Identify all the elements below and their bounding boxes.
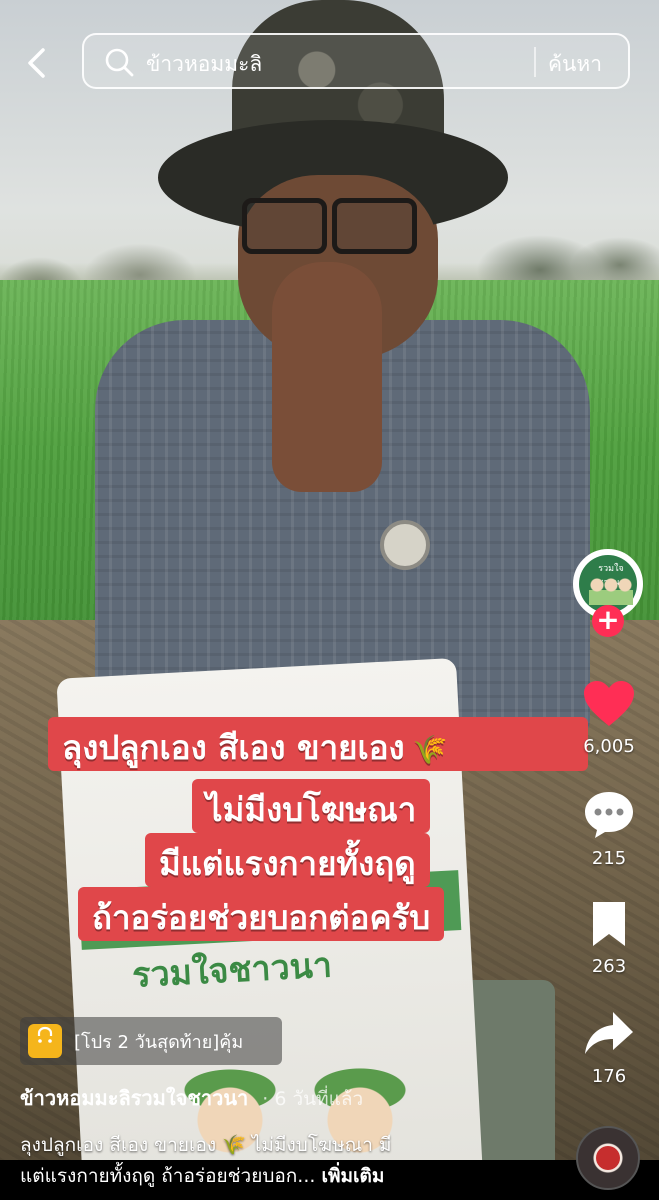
caption-line-2-text: แต่แรงกายทั้งฤดู ถ้าอร่อยช่วยบอก...	[20, 1165, 316, 1187]
search-divider	[534, 47, 536, 77]
follow-button[interactable]: +	[592, 605, 624, 637]
bookmark-icon	[593, 902, 625, 946]
see-more-link[interactable]: เพิ่มเติม	[321, 1165, 384, 1187]
shopping-bag-glyph	[37, 1026, 53, 1043]
share-arrow-icon	[585, 1012, 633, 1054]
promo-chip[interactable]: [โปร 2 วันสุดท้าย]คุ้ม	[20, 1017, 282, 1065]
search-bar[interactable]: ข้าวหอมมะลิ ค้นหา	[82, 33, 630, 89]
caption[interactable]: ลุงปลูกเอง สีเอง ขายเอง 🌾 ไม่มีงบโฆษณา ม…	[20, 1130, 500, 1192]
like-button[interactable]: 6,005	[574, 680, 644, 757]
promo-label: [โปร 2 วันสุดท้าย]คุ้ม	[74, 1031, 244, 1053]
share-button[interactable]: 176	[574, 1010, 644, 1087]
rice-icon: 🌾	[412, 733, 448, 766]
heart-icon	[584, 681, 634, 726]
music-note-icon	[596, 1146, 620, 1170]
avatar-figures	[589, 575, 633, 605]
share-count: 176	[591, 1066, 627, 1087]
comment-icon	[585, 792, 633, 838]
search-icon	[105, 48, 134, 77]
comment-count: 215	[591, 848, 627, 869]
wristwatch	[380, 520, 430, 570]
overlay-line-4: ถ้าอร่อยช่วยบอกต่อครับ	[78, 887, 445, 941]
post-time: · 6 วันที่แล้ว	[262, 1088, 364, 1110]
overlay-line-3: มีแต่แรงกายทั้งฤดู	[145, 833, 430, 887]
search-input[interactable]: ข้าวหอมมะลิ	[146, 48, 262, 81]
music-disc[interactable]	[576, 1126, 640, 1190]
farmer-hands	[272, 262, 382, 492]
comment-button[interactable]: 215	[574, 790, 644, 869]
glasses-left	[242, 198, 327, 254]
glasses-right	[332, 198, 417, 254]
save-count: 263	[591, 956, 627, 977]
like-count: 6,005	[583, 736, 635, 757]
chevron-left-icon	[28, 48, 45, 78]
account-name[interactable]: ข้าวหอมมะลิรวมใจชาวนา	[20, 1086, 248, 1110]
overlay-line-1-text: ลุงปลูกเอง สีเอง ขายเอง	[62, 728, 405, 767]
caption-line-2: แต่แรงกายทั้งฤดู ถ้าอร่อยช่วยบอก... เพิ่…	[20, 1161, 500, 1192]
overlay-line-2: ไม่มีงบโฆษณา	[192, 779, 431, 833]
save-button[interactable]: 263	[574, 900, 644, 977]
overlay-line-1: ลุงปลูกเอง สีเอง ขายเอง 🌾	[48, 717, 588, 771]
caption-line-1: ลุงปลูกเอง สีเอง ขายเอง 🌾 ไม่มีงบโฆษณา ม…	[20, 1134, 392, 1156]
search-button[interactable]: ค้นหา	[548, 48, 602, 81]
shopping-bag-icon	[28, 1024, 62, 1058]
account-row[interactable]: ข้าวหอมมะลิรวมใจชาวนา · 6 วันที่แล้ว	[20, 1082, 363, 1114]
back-button[interactable]	[18, 44, 56, 82]
